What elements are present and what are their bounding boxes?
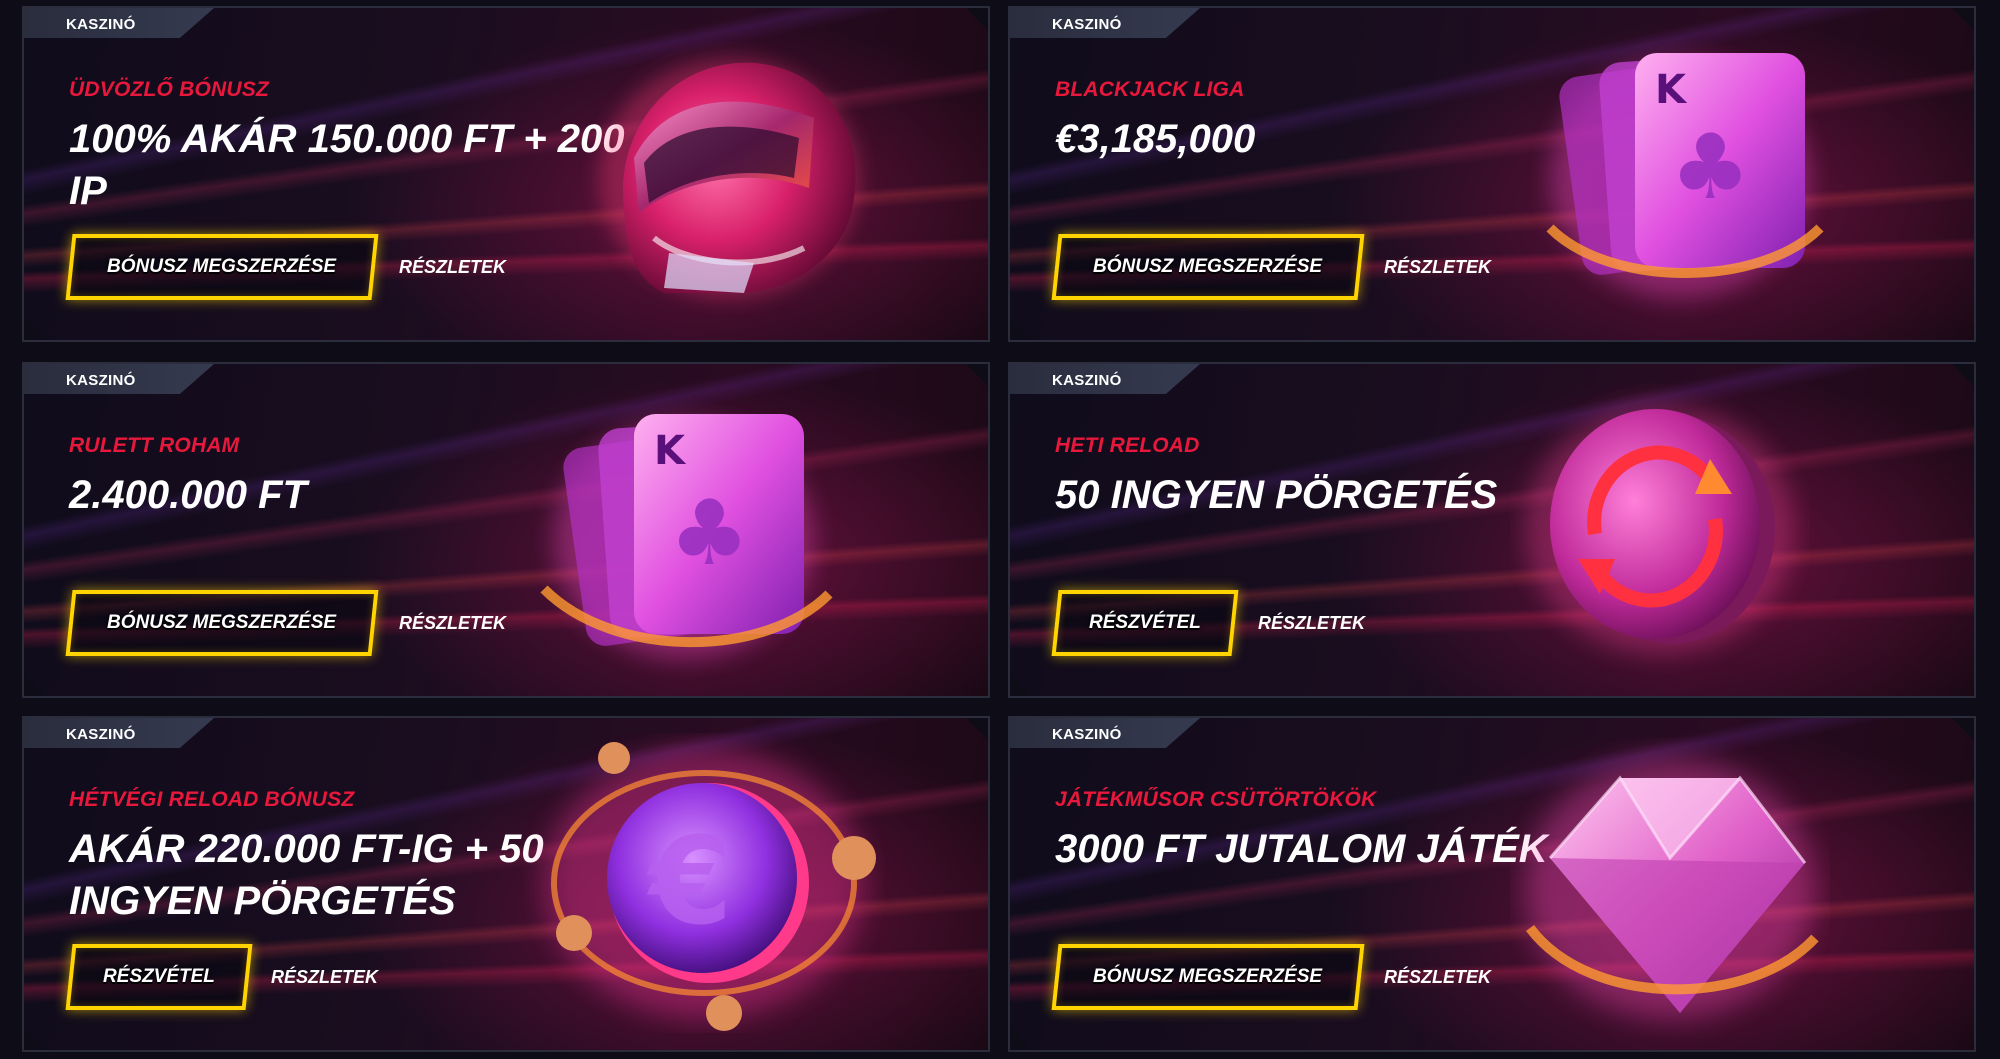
category-tag: KASZINÓ xyxy=(1010,718,1200,748)
get-bonus-button[interactable]: BÓNUSZ MEGSZERZÉSE xyxy=(65,234,379,300)
corner-cut xyxy=(1010,318,1032,340)
category-label: KASZINÓ xyxy=(1052,726,1122,743)
category-label: KASZINÓ xyxy=(66,16,136,33)
promo-headline: AKÁR 220.000 FT-IG + 50 INGYEN PÖRGETÉS xyxy=(69,827,544,923)
promo-headline: 3000 FT JUTALOM JÁTÉK xyxy=(1055,827,1548,871)
promo-subtitle: ÜDVÖZLŐ BÓNUSZ xyxy=(69,78,269,101)
promo-card-weekend-reload[interactable]: KASZINÓ HÉTVÉGI RELOAD BÓNUSZ AKÁR 220.0… xyxy=(22,716,990,1052)
svg-text:€: € xyxy=(646,813,733,952)
details-link[interactable]: RÉSZLETEK xyxy=(1258,613,1365,634)
corner-cut xyxy=(24,674,46,696)
details-link[interactable]: RÉSZLETEK xyxy=(1384,967,1491,988)
promo-card-roulette-rush[interactable]: KASZINÓ RULETT ROHAM 2.400.000 FT BÓNUSZ… xyxy=(22,362,990,698)
corner-cut xyxy=(966,718,988,740)
get-bonus-button-label: BÓNUSZ MEGSZERZÉSE xyxy=(107,256,337,277)
details-link[interactable]: RÉSZLETEK xyxy=(1384,257,1491,278)
corner-cut xyxy=(24,318,46,340)
category-tag: KASZINÓ xyxy=(1010,364,1200,394)
promo-subtitle: RULETT ROHAM xyxy=(69,434,240,457)
get-bonus-button[interactable]: BÓNUSZ MEGSZERZÉSE xyxy=(1051,234,1365,300)
corner-cut xyxy=(1010,1028,1032,1050)
promo-card-weekly-reload[interactable]: KASZINÓ HETI RELOAD 50 INGYEN PÖRGETÉS R… xyxy=(1008,362,1976,698)
category-label: KASZINÓ xyxy=(1052,372,1122,389)
get-bonus-button[interactable]: BÓNUSZ MEGSZERZÉSE xyxy=(1051,944,1365,1010)
details-link[interactable]: RÉSZLETEK xyxy=(399,613,506,634)
details-link[interactable]: RÉSZLETEK xyxy=(399,257,506,278)
category-label: KASZINÓ xyxy=(1052,16,1122,33)
svg-text:♣: ♣ xyxy=(1670,115,1751,220)
svg-text:K: K xyxy=(1655,67,1688,113)
corner-cut xyxy=(1952,364,1974,386)
promo-headline: 2.400.000 FT xyxy=(69,473,307,517)
category-tag: KASZINÓ xyxy=(24,8,214,38)
diamond-icon xyxy=(1525,758,1819,1018)
get-bonus-button[interactable]: BÓNUSZ MEGSZERZÉSE xyxy=(65,590,379,656)
promo-subtitle: HETI RELOAD xyxy=(1055,434,1200,457)
category-tag: KASZINÓ xyxy=(1010,8,1200,38)
corner-cut xyxy=(24,1028,46,1050)
category-label: KASZINÓ xyxy=(66,372,136,389)
category-tag: KASZINÓ xyxy=(24,364,214,394)
get-bonus-button-label: BÓNUSZ MEGSZERZÉSE xyxy=(1093,256,1323,277)
svg-text:♣: ♣ xyxy=(669,481,750,586)
category-label: KASZINÓ xyxy=(66,726,136,743)
promo-subtitle: JÁTÉKMŰSOR CSÜTÖRTÖKÖK xyxy=(1055,788,1377,811)
join-button-label: RÉSZVÉTEL xyxy=(103,966,215,987)
get-bonus-button-label: BÓNUSZ MEGSZERZÉSE xyxy=(107,612,337,633)
promotions-grid: KASZINÓ ÜDVÖZLŐ BÓNUSZ 100% AKÁR 150.000… xyxy=(0,0,2000,1059)
join-button[interactable]: RÉSZVÉTEL xyxy=(65,944,253,1010)
promo-card-game-show-thursdays[interactable]: KASZINÓ JÁTÉKMŰSOR CSÜTÖRTÖKÖK 3000 FT J… xyxy=(1008,716,1976,1052)
svg-text:K: K xyxy=(654,428,687,474)
promo-subtitle: HÉTVÉGI RELOAD BÓNUSZ xyxy=(69,788,355,811)
promo-card-welcome-bonus[interactable]: KASZINÓ ÜDVÖZLŐ BÓNUSZ 100% AKÁR 150.000… xyxy=(22,6,990,342)
promo-headline: 50 INGYEN PÖRGETÉS xyxy=(1055,473,1498,517)
corner-cut xyxy=(1010,674,1032,696)
corner-cut xyxy=(1952,8,1974,30)
promo-headline: 100% AKÁR 150.000 FT + 200 IP xyxy=(69,117,625,213)
get-bonus-button-label: BÓNUSZ MEGSZERZÉSE xyxy=(1093,966,1323,987)
corner-cut xyxy=(966,8,988,30)
corner-cut xyxy=(1952,718,1974,740)
playing-cards-icon: K ♣ xyxy=(1546,53,1824,298)
category-tag: KASZINÓ xyxy=(24,718,214,748)
playing-cards-icon: K ♣ xyxy=(540,414,833,659)
promo-subtitle: BLACKJACK LIGA xyxy=(1055,78,1245,101)
promo-card-blackjack-league[interactable]: KASZINÓ BLACKJACK LIGA €3,185,000 BÓNUSZ… xyxy=(1008,6,1976,342)
corner-cut xyxy=(966,364,988,386)
promo-headline: €3,185,000 xyxy=(1055,117,1256,161)
details-link[interactable]: RÉSZLETEK xyxy=(271,967,378,988)
join-button[interactable]: RÉSZVÉTEL xyxy=(1051,590,1239,656)
join-button-label: RÉSZVÉTEL xyxy=(1089,612,1201,633)
reload-coin-icon xyxy=(1525,404,1795,654)
